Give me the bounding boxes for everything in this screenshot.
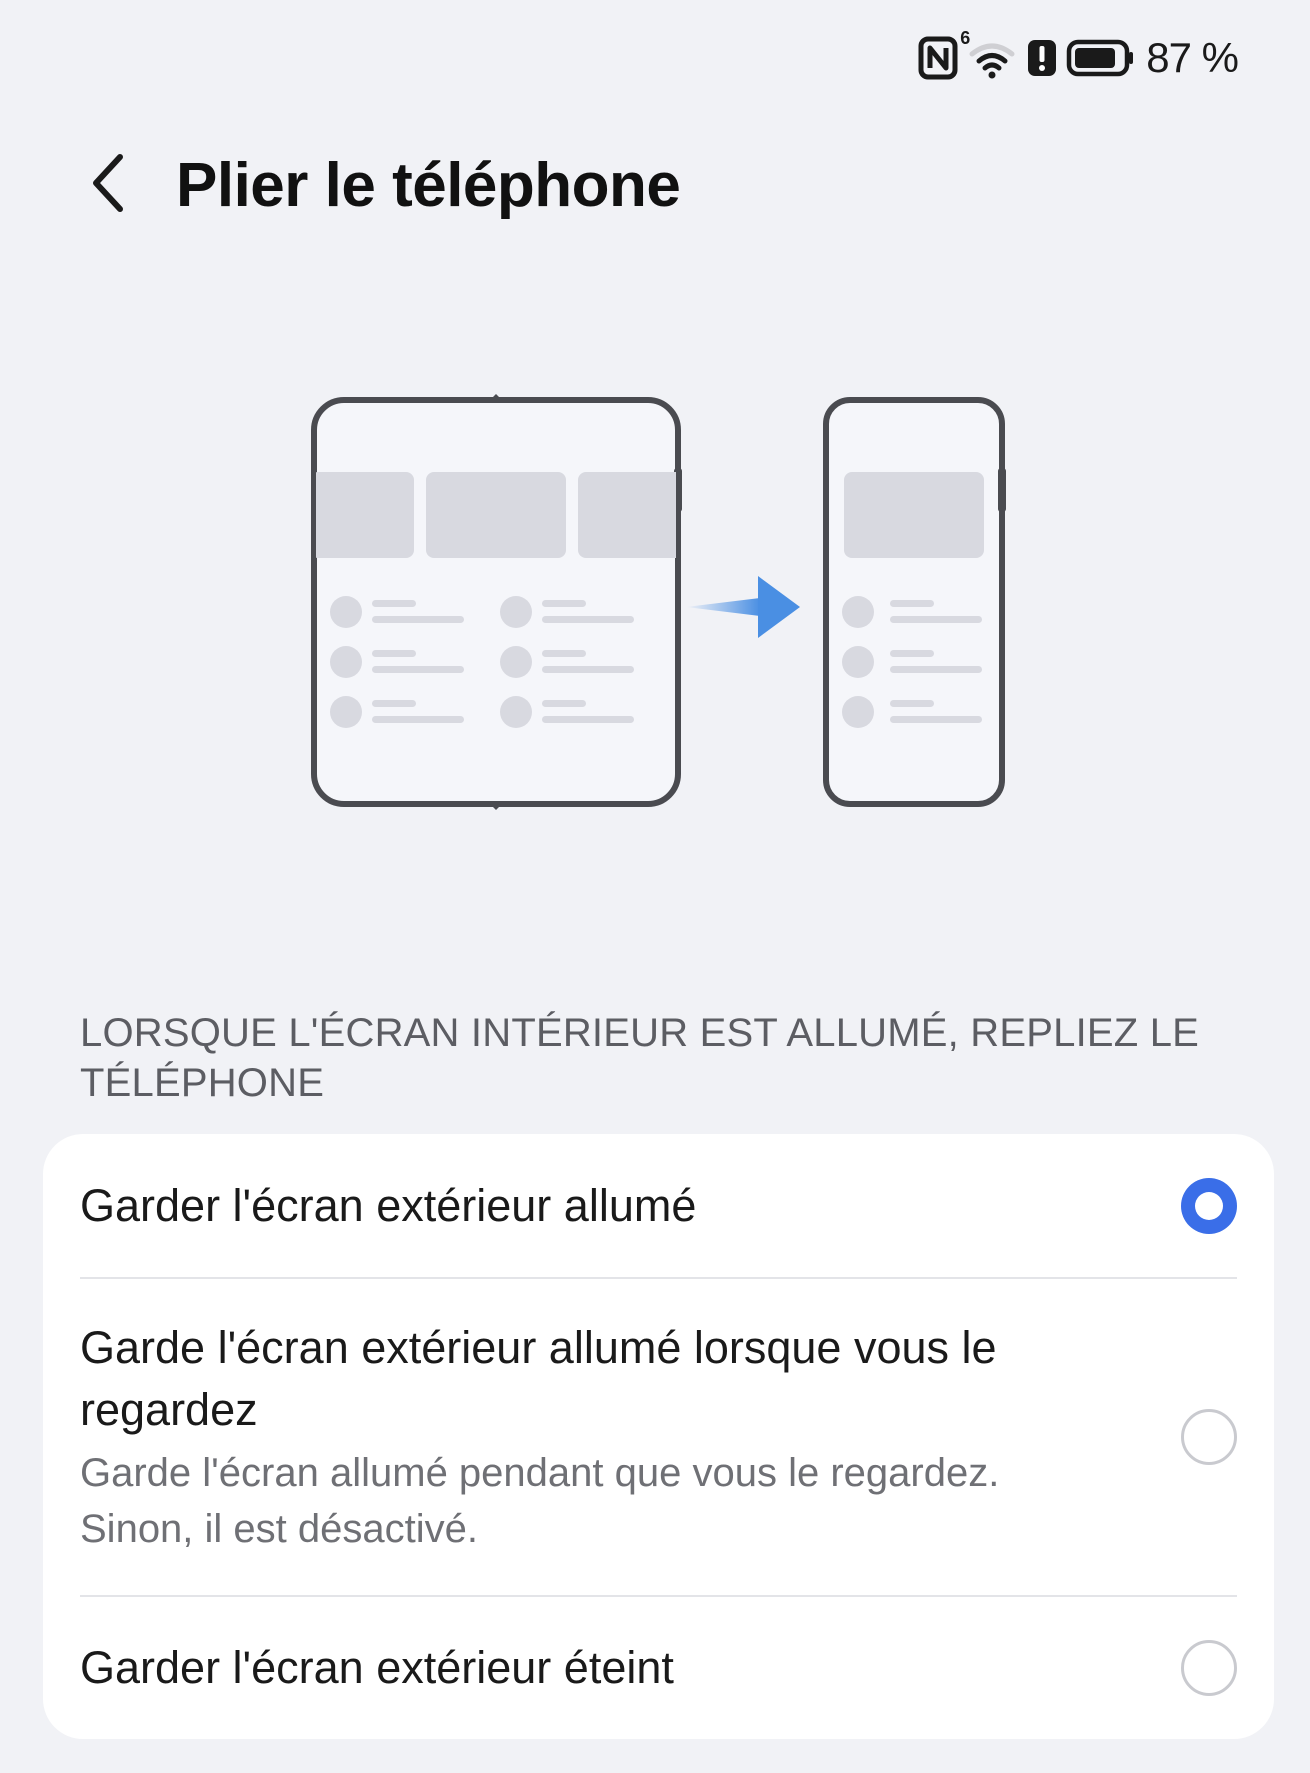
- option-description: Garde l'écran allumé pendant que vous le…: [80, 1451, 1000, 1551]
- option-keep-on[interactable]: Garder l'écran extérieur allumé: [80, 1134, 1237, 1277]
- back-button[interactable]: [88, 140, 148, 230]
- radio-button[interactable]: [1181, 1177, 1237, 1234]
- battery-percent: 87 %: [1146, 34, 1239, 81]
- arrow-right-icon: [686, 576, 800, 638]
- chevron-left-icon: [88, 151, 128, 220]
- option-keep-off[interactable]: Garder l'écran extérieur éteint: [80, 1597, 1237, 1739]
- option-text: Garder l'écran extérieur éteint: [80, 1637, 1181, 1699]
- option-text: Garder l'écran extérieur allumé: [80, 1175, 1181, 1237]
- fold-phone-illustration: [300, 390, 1020, 820]
- section-header: LORSQUE L'ÉCRAN INTÉRIEUR EST ALLUMÉ, RE…: [80, 1011, 1200, 1105]
- unfolded-phone: [311, 394, 682, 810]
- nfc-icon: [918, 36, 958, 80]
- option-title: Garder l'écran extérieur éteint: [80, 1642, 674, 1693]
- page-title: Plier le téléphone: [176, 150, 681, 220]
- alert-icon: [1026, 36, 1058, 80]
- radio-button[interactable]: [1181, 1640, 1237, 1696]
- option-keep-on-when-looking[interactable]: Garde l'écran extérieur allumé lorsque v…: [80, 1279, 1237, 1595]
- option-text: Garde l'écran extérieur allumé lorsque v…: [80, 1317, 1181, 1557]
- radio-button[interactable]: [1181, 1409, 1237, 1465]
- folded-phone: [823, 397, 1006, 807]
- header: Plier le téléphone: [88, 140, 681, 230]
- option-title: Garder l'écran extérieur allumé: [80, 1179, 697, 1231]
- wifi-badge: 6: [960, 28, 971, 48]
- status-bar: 6 87 %: [918, 28, 1239, 82]
- option-title: Garde l'écran extérieur allumé lorsque v…: [80, 1322, 997, 1435]
- options-card: Garder l'écran extérieur allumé Garde l'…: [43, 1134, 1274, 1739]
- wifi-icon: 6: [960, 28, 1018, 80]
- battery-icon: [1066, 36, 1136, 80]
